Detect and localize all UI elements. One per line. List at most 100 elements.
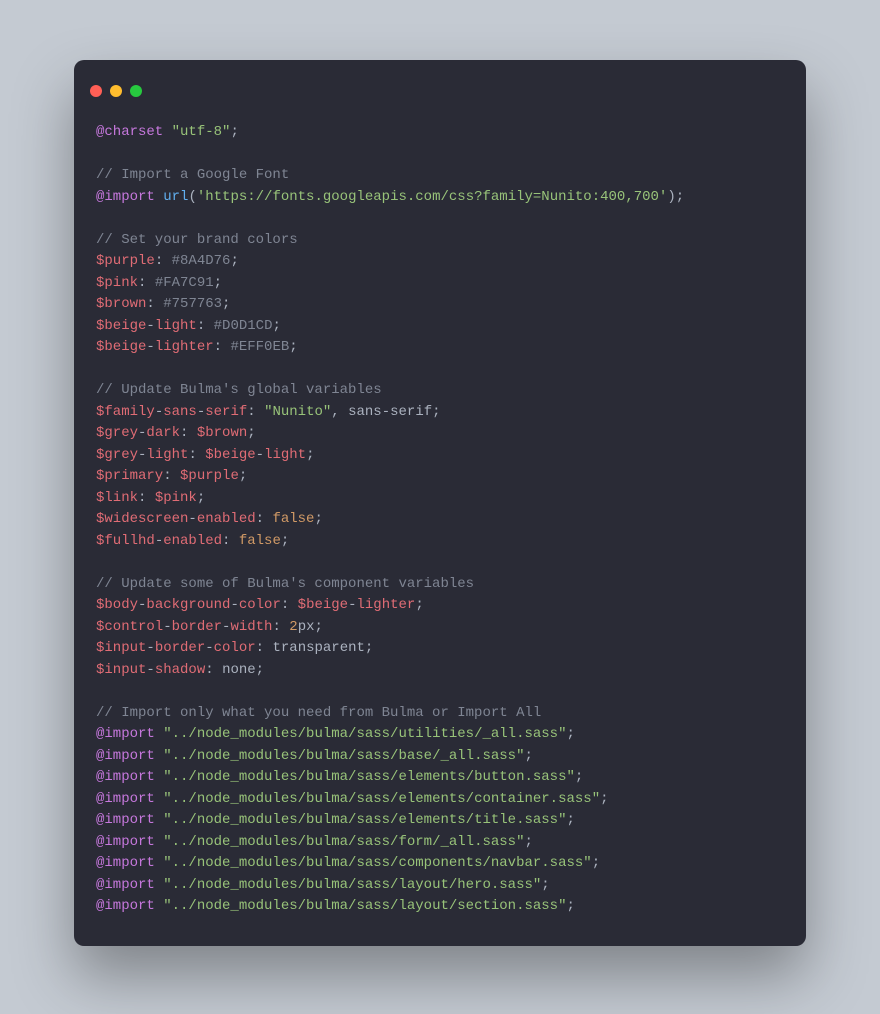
code-token: dark [146, 425, 180, 441]
code-line: $brown: #757763; [96, 296, 230, 312]
code-token: url [163, 189, 188, 205]
code-line: @import "../node_modules/bulma/sass/layo… [96, 898, 575, 914]
code-token: : [256, 511, 273, 527]
code-token: width [230, 619, 272, 635]
code-token: @charset [96, 124, 172, 140]
code-line: $grey-light: $beige-light; [96, 447, 315, 463]
code-token: - [146, 339, 154, 355]
code-token: lighter [357, 597, 416, 613]
code-token: $pink [96, 275, 138, 291]
code-token: light [155, 318, 197, 334]
traffic-lights [90, 85, 142, 97]
code-token: ; [315, 619, 323, 635]
code-token: "../node_modules/bulma/sass/base/_all.sa… [163, 748, 524, 764]
terminal-window: @charset "utf-8"; // Import a Google Fon… [74, 60, 806, 946]
code-token: $grey [96, 425, 138, 441]
code-token: ; [541, 877, 549, 893]
code-line: @import "../node_modules/bulma/sass/elem… [96, 791, 609, 807]
code-token: - [348, 597, 356, 613]
code-token: enabled [163, 533, 222, 549]
code-line: @import "../node_modules/bulma/sass/layo… [96, 877, 550, 893]
code-line: $fullhd-enabled: false; [96, 533, 289, 549]
code-token: // Update some of Bulma's component vari… [96, 576, 474, 592]
code-token: - [205, 640, 213, 656]
code-token: : [256, 640, 273, 656]
code-token: : [214, 339, 231, 355]
code-token: ; [230, 124, 238, 140]
code-token: $body [96, 597, 138, 613]
code-block[interactable]: @charset "utf-8"; // Import a Google Fon… [74, 108, 806, 946]
code-token: : [247, 404, 264, 420]
code-token: : [272, 619, 289, 635]
stage: @charset "utf-8"; // Import a Google Fon… [0, 0, 880, 1014]
code-token: : [205, 662, 222, 678]
code-token: none [222, 662, 256, 678]
code-token: sans [348, 404, 382, 420]
code-token: transparent [272, 640, 364, 656]
code-token: // Import a Google Font [96, 167, 289, 183]
code-token: : [163, 468, 180, 484]
code-line: @import "../node_modules/bulma/sass/base… [96, 748, 533, 764]
code-token: #EFF0EB [230, 339, 289, 355]
code-token: light [264, 447, 306, 463]
code-line: // Update Bulma's global variables [96, 382, 382, 398]
code-token: "../node_modules/bulma/sass/elements/con… [163, 791, 600, 807]
code-token: ; [566, 812, 574, 828]
code-token: background [146, 597, 230, 613]
code-token: @import [96, 726, 163, 742]
code-token: ; [281, 533, 289, 549]
code-token: "../node_modules/bulma/sass/elements/tit… [163, 812, 566, 828]
code-line: $beige-light: #D0D1CD; [96, 318, 281, 334]
code-line: @import "../node_modules/bulma/sass/elem… [96, 769, 583, 785]
code-token: : [222, 533, 239, 549]
close-icon[interactable] [90, 85, 102, 97]
code-token: false [272, 511, 314, 527]
code-token: ; [575, 769, 583, 785]
code-token: $pink [155, 490, 197, 506]
maximize-icon[interactable] [130, 85, 142, 97]
code-token: lighter [155, 339, 214, 355]
minimize-icon[interactable] [110, 85, 122, 97]
code-token: ; [197, 490, 205, 506]
code-line: // Import a Google Font [96, 167, 289, 183]
code-token: ; [247, 425, 255, 441]
code-token: #D0D1CD [214, 318, 273, 334]
code-token: - [230, 597, 238, 613]
code-token: $brown [96, 296, 146, 312]
code-token: ; [432, 404, 440, 420]
code-line: $family-sans-serif: "Nunito", sans-serif… [96, 404, 441, 420]
code-line: // Set your brand colors [96, 232, 298, 248]
code-token: : [138, 275, 155, 291]
code-token: ( [188, 189, 196, 205]
code-token: @import [96, 812, 163, 828]
code-token: @import [96, 855, 163, 871]
code-token: "../node_modules/bulma/sass/elements/but… [163, 769, 575, 785]
code-token: : [146, 296, 163, 312]
code-token: ; [524, 748, 532, 764]
code-token: $beige [298, 597, 348, 613]
code-line: // Update some of Bulma's component vari… [96, 576, 474, 592]
code-token: ; [289, 339, 297, 355]
code-token: $purple [180, 468, 239, 484]
code-line: @import "../node_modules/bulma/sass/elem… [96, 812, 575, 828]
code-token: sans [163, 404, 197, 420]
code-line: @import "../node_modules/bulma/sass/form… [96, 834, 533, 850]
code-line: $control-border-width: 2px; [96, 619, 323, 635]
code-token: ; [415, 597, 423, 613]
code-token: - [146, 318, 154, 334]
code-token: "Nunito" [264, 404, 331, 420]
code-token: @import [96, 877, 163, 893]
code-token: $input [96, 640, 146, 656]
code-token: color [239, 597, 281, 613]
code-token: ; [230, 253, 238, 269]
code-line: @import url('https://fonts.googleapis.co… [96, 189, 684, 205]
titlebar [74, 60, 806, 108]
code-token: - [163, 619, 171, 635]
code-line: $input-border-color: transparent; [96, 640, 373, 656]
code-token: $beige [205, 447, 255, 463]
code-line: $widescreen-enabled: false; [96, 511, 323, 527]
code-token: : [188, 447, 205, 463]
code-token: px [298, 619, 315, 635]
code-token: ; [214, 275, 222, 291]
code-token: $control [96, 619, 163, 635]
